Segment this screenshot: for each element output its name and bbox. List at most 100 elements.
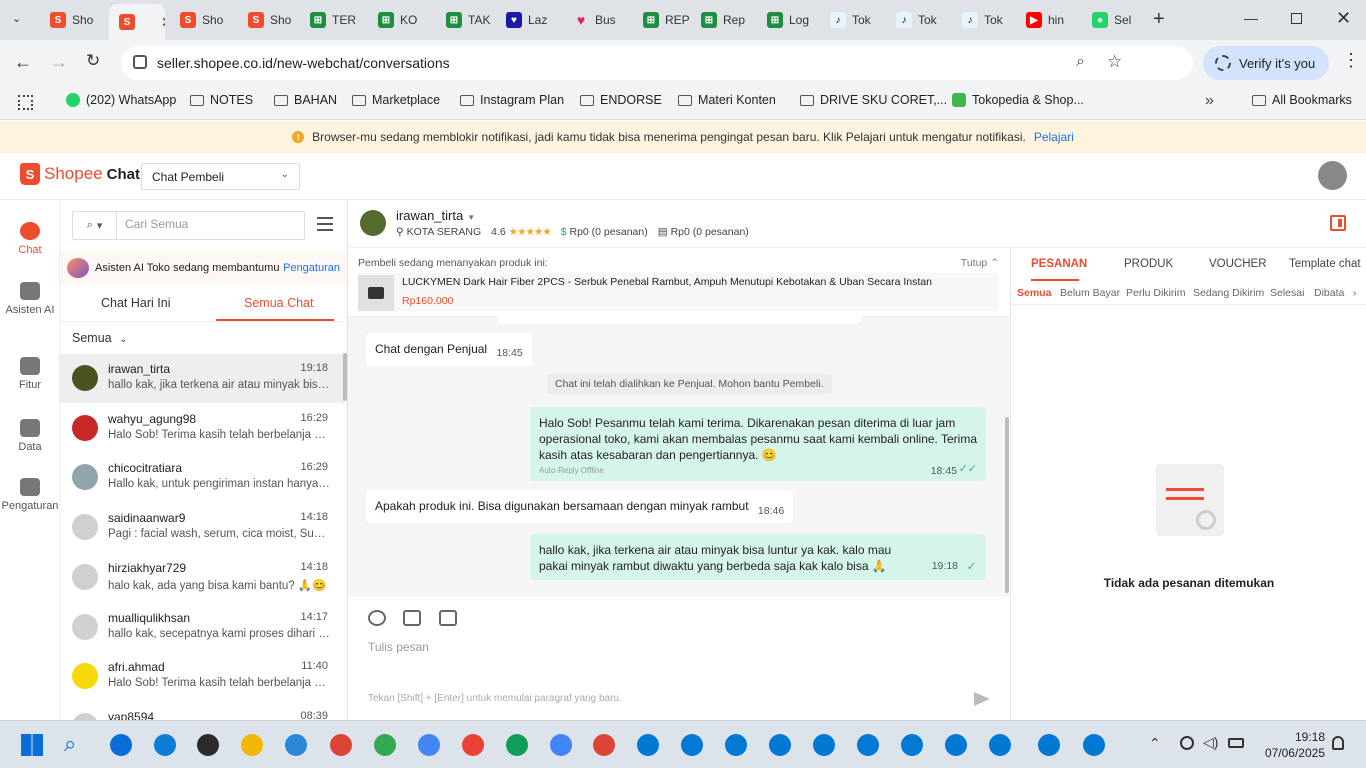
bookmark-item[interactable]: Tokopedia & Shop...: [952, 93, 1084, 107]
browser-tab[interactable]: S Sho: [238, 8, 296, 32]
browser-tab[interactable]: ♪ Tok: [886, 8, 950, 32]
url-text[interactable]: seller.shopee.co.id/new-webchat/conversa…: [157, 55, 450, 71]
subtab-cancelled[interactable]: Dibata: [1314, 287, 1344, 299]
conversation-item[interactable]: irawan_tirta 19:18 hallo kak, jika terke…: [60, 354, 344, 403]
browser-tab[interactable]: S Sho: [40, 8, 106, 32]
bookmark-item[interactable]: Materi Konten: [678, 93, 776, 107]
subtab-unpaid[interactable]: Belum Bayar: [1060, 287, 1120, 299]
new-tab-icon[interactable]: +: [1153, 8, 1165, 31]
buyer-name[interactable]: irawan_tirta ▼: [396, 208, 475, 223]
taskbar-app-icon[interactable]: [637, 734, 659, 756]
more-bookmarks-icon[interactable]: »: [1205, 92, 1214, 110]
message-input[interactable]: [368, 640, 988, 680]
tab-search-icon[interactable]: ⌄: [12, 12, 21, 25]
buyer-avatar[interactable]: [360, 210, 386, 236]
search-icon[interactable]: ⌕: [64, 731, 76, 757]
conversation-item[interactable]: hirziakhyar729 14:18 halo kak, ada yang …: [60, 553, 344, 602]
conversation-item[interactable]: mualliqulikhsan 14:17 hallo kak, secepat…: [60, 603, 344, 652]
search-box[interactable]: ⌕ ▾: [72, 211, 305, 240]
taskbar-app-icon[interactable]: [110, 734, 132, 756]
address-bar[interactable]: seller.shopee.co.id/new-webchat/conversa…: [121, 46, 1193, 80]
role-select[interactable]: Chat Pembeli ⌄: [141, 163, 300, 190]
taskbar-app-icon[interactable]: [330, 734, 352, 756]
site-info-icon[interactable]: [133, 55, 147, 69]
chevron-right-icon[interactable]: ›: [1353, 287, 1357, 299]
menu-icon[interactable]: ⋮: [1342, 50, 1360, 71]
taskbar-app-icon[interactable]: [462, 734, 484, 756]
tab-all-chat[interactable]: Semua Chat: [244, 296, 313, 310]
battery-icon[interactable]: [1228, 738, 1244, 748]
tray-chevron-up-icon[interactable]: ⌃: [1149, 735, 1161, 752]
taskbar-app-icon[interactable]: [681, 734, 703, 756]
panel-toggle-icon[interactable]: [1330, 215, 1346, 231]
browser-tab[interactable]: ♪ Tok: [820, 8, 884, 32]
taskbar-app-icon[interactable]: [813, 734, 835, 756]
conversation-item[interactable]: wahyu_agung98 16:29 Halo Sob! Terima kas…: [60, 404, 344, 453]
taskbar-app-icon[interactable]: [769, 734, 791, 756]
browser-tab[interactable]: ▶ hin: [1016, 8, 1078, 32]
bookmark-item[interactable]: BAHAN: [274, 93, 337, 107]
browser-tab[interactable]: S ✕: [109, 4, 165, 40]
subtab-all[interactable]: Semua: [1017, 287, 1051, 299]
bookmark-item[interactable]: ENDORSE: [580, 93, 662, 107]
taskbar-app-icon[interactable]: [506, 734, 528, 756]
browser-tab[interactable]: ⊞ REP: [633, 8, 689, 32]
conversation-filter-dropdown[interactable]: Semua ⌄: [72, 331, 127, 345]
learn-more-link[interactable]: Pelajari: [1034, 130, 1074, 144]
notifications-bell-icon[interactable]: [1332, 736, 1344, 750]
all-bookmarks[interactable]: All Bookmarks: [1252, 93, 1352, 107]
taskbar-app-icon[interactable]: [418, 734, 440, 756]
browser-tab[interactable]: S Sho: [170, 8, 236, 32]
tab-chat-templates[interactable]: Template chat: [1289, 258, 1361, 270]
taskbar-app-icon[interactable]: [1083, 734, 1105, 756]
apps-icon[interactable]: [18, 95, 33, 110]
browser-tab[interactable]: ♥ Laz: [496, 8, 560, 32]
tab-chat-today[interactable]: Chat Hari Ini: [101, 296, 170, 310]
close-window-icon[interactable]: ✕: [1336, 8, 1351, 29]
tab-orders[interactable]: PESANAN: [1031, 258, 1087, 270]
ai-settings-link[interactable]: Pengaturan: [283, 262, 340, 274]
taskbar-app-icon[interactable]: [550, 734, 572, 756]
browser-tab[interactable]: ⊞ Log: [757, 8, 817, 32]
volume-icon[interactable]: ◁): [1203, 734, 1218, 751]
forward-icon[interactable]: →: [50, 52, 68, 73]
conversation-item[interactable]: yap8594 08:39: [60, 702, 344, 720]
network-icon[interactable]: [1180, 736, 1194, 750]
browser-tab[interactable]: ⊞ KO: [368, 8, 432, 32]
shopee-logo[interactable]: S Shopee Chat: [20, 163, 140, 185]
taskbar-app-icon[interactable]: [725, 734, 747, 756]
taskbar-app-icon[interactable]: [374, 734, 396, 756]
browser-tab[interactable]: ♥ Bus: [563, 8, 629, 32]
browser-tab[interactable]: ● Sel: [1082, 8, 1142, 32]
taskbar-app-icon[interactable]: [1038, 734, 1060, 756]
nav-item-chat[interactable]: Chat: [0, 222, 60, 256]
bookmark-item[interactable]: (202) WhatsApp: [66, 93, 176, 107]
subtab-shipping[interactable]: Sedang Dikirim: [1193, 287, 1264, 299]
nav-item-features[interactable]: Fitur: [0, 357, 60, 391]
conversation-item[interactable]: afri.ahmad 11:40 Halo Sob! Terima kasih …: [60, 652, 344, 701]
taskbar-app-icon[interactable]: [197, 734, 219, 756]
conversation-item[interactable]: chicocitratiara 16:29 Hallo kak, untuk p…: [60, 453, 344, 502]
browser-tab[interactable]: ♪ Tok: [952, 8, 1014, 32]
taskbar-app-icon[interactable]: [901, 734, 923, 756]
close-banner-button[interactable]: Tutup ⌃: [961, 257, 999, 269]
list-filter-icon[interactable]: [317, 217, 333, 231]
taskbar-app-icon[interactable]: [593, 734, 615, 756]
video-icon[interactable]: [439, 610, 457, 626]
bookmark-item[interactable]: Marketplace: [352, 93, 440, 107]
conversation-item[interactable]: saidinaanwar9 14:18 Pagi : facial wash, …: [60, 503, 344, 552]
bookmark-star-icon[interactable]: ☆: [1107, 52, 1122, 72]
back-icon[interactable]: ←: [14, 52, 32, 73]
system-clock[interactable]: 19:18 07/06/2025: [1257, 729, 1325, 761]
search-scope-dropdown[interactable]: ⌕ ▾: [73, 212, 117, 239]
maximize-icon[interactable]: [1291, 13, 1302, 24]
close-tab-icon[interactable]: ✕: [161, 14, 165, 31]
taskbar-app-icon[interactable]: [285, 734, 307, 756]
taskbar-app-icon[interactable]: [154, 734, 176, 756]
subtab-to-ship[interactable]: Perlu Dikirim: [1126, 287, 1186, 299]
minimize-icon[interactable]: —: [1244, 10, 1258, 26]
shop-avatar[interactable]: [1318, 161, 1347, 190]
bookmark-item[interactable]: DRIVE SKU CORET,...: [800, 93, 947, 107]
browser-tab[interactable]: ⊞ Rep: [691, 8, 755, 32]
start-icon[interactable]: [21, 734, 43, 756]
